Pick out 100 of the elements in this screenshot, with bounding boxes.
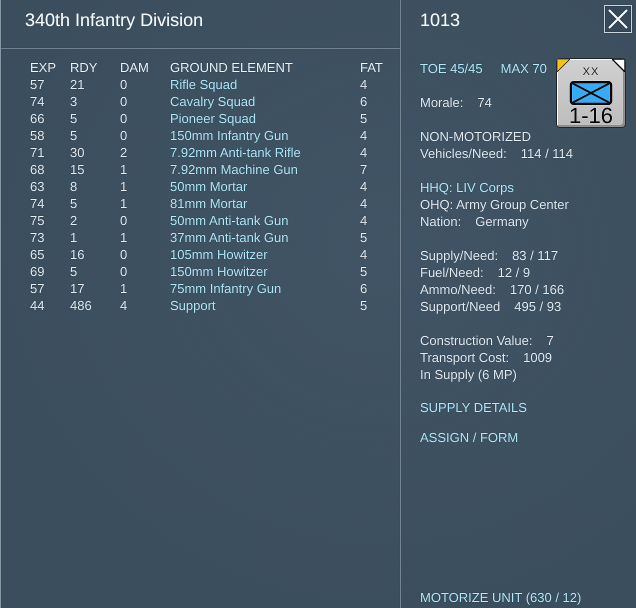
- ground-element-link[interactable]: 105mm Howitzer: [170, 246, 268, 263]
- corner-marker-icon: [557, 59, 570, 72]
- table-cell: 0: [120, 212, 128, 229]
- stat-label: Support/Need: [420, 298, 500, 315]
- table-cell: 71: [30, 144, 44, 161]
- table-cell: 1: [120, 161, 128, 178]
- table-cell: 0: [120, 263, 128, 280]
- ground-element-link[interactable]: 7.92mm Machine Gun: [170, 161, 298, 178]
- action-link[interactable]: SUPPLY DETAILS: [420, 399, 527, 416]
- ground-element-link[interactable]: Cavalry Squad: [170, 93, 256, 110]
- table-cell: 4: [360, 178, 368, 195]
- ground-element-link[interactable]: 75mm Infantry Gun: [170, 280, 282, 297]
- action-link[interactable]: ASSIGN / FORM: [420, 429, 518, 446]
- table-cell: 0: [120, 93, 128, 110]
- table-cell: 17: [70, 280, 84, 297]
- stat-value: Germany: [475, 213, 529, 230]
- table-cell: 1: [120, 195, 128, 212]
- stat-label: Morale:: [420, 94, 464, 111]
- table-cell: 4: [360, 127, 368, 144]
- column-header: RDY: [70, 59, 98, 76]
- table-cell: 6: [360, 280, 368, 297]
- stat-value: 114 / 114: [520, 145, 574, 162]
- table-cell: 66: [30, 110, 44, 127]
- column-header: EXP: [30, 59, 56, 76]
- table-cell: 5: [70, 263, 78, 280]
- table-cell: 0: [120, 127, 128, 144]
- table-cell: 486: [70, 297, 92, 314]
- table-cell: 65: [30, 246, 44, 263]
- table-cell: 1: [70, 229, 78, 246]
- table-cell: 68: [30, 161, 44, 178]
- unit-size-mark: XX: [582, 66, 600, 78]
- table-cell: 2: [120, 144, 128, 161]
- stat-value: 1009: [523, 349, 552, 366]
- table-cell: 63: [30, 178, 44, 195]
- ground-element-link[interactable]: 7.92mm Anti-tank Rifle: [170, 144, 301, 161]
- table-cell: 5: [360, 263, 368, 280]
- stat-label: Transport Cost:: [420, 349, 510, 366]
- ground-element-link[interactable]: 81mm Mortar: [170, 195, 248, 212]
- ground-element-link[interactable]: 37mm Anti-tank Gun: [170, 229, 288, 246]
- table-cell: 5: [360, 229, 368, 246]
- ground-element-link[interactable]: 50mm Mortar: [170, 178, 248, 195]
- table-cell: 1: [120, 280, 128, 297]
- column-header: GROUND ELEMENT: [170, 59, 293, 76]
- column-header: FAT: [360, 59, 383, 76]
- corner-marker-icon: [612, 59, 625, 72]
- combat-rating: 1-16: [568, 105, 614, 127]
- stat-label: Supply/Need:: [420, 247, 498, 264]
- table-cell: 4: [120, 297, 128, 314]
- table-cell: 4: [360, 212, 368, 229]
- table-cell: 4: [360, 246, 368, 263]
- stat-value: 7: [546, 332, 554, 349]
- stat-value: 83 / 117: [512, 247, 558, 264]
- table-cell: 74: [30, 93, 44, 110]
- info-text: OHQ: Army Group Center: [420, 196, 569, 213]
- info-text: NON-MOTORIZED: [420, 128, 531, 145]
- stat-label: Nation:: [420, 213, 462, 230]
- close-icon: [607, 8, 629, 30]
- stat-value: 170 / 166: [510, 281, 564, 298]
- stat-label: Vehicles/Need:: [420, 145, 507, 162]
- ground-element-link[interactable]: Support: [170, 297, 216, 314]
- unit-counter[interactable]: XX 1-16: [556, 58, 626, 128]
- table-cell: 16: [70, 246, 84, 263]
- table-cell: 4: [360, 144, 368, 161]
- table-cell: 6: [360, 93, 368, 110]
- infantry-symbol-icon: [568, 81, 614, 105]
- ground-element-link[interactable]: 150mm Howitzer: [170, 263, 268, 280]
- table-cell: 73: [30, 229, 44, 246]
- table-cell: 5: [70, 195, 78, 212]
- stat-label: Construction Value:: [420, 332, 532, 349]
- close-button[interactable]: [604, 5, 632, 33]
- table-cell: 1: [120, 229, 128, 246]
- stat-value: 12 / 9: [498, 264, 530, 281]
- stat-value: 74: [477, 94, 492, 111]
- max-text: MAX 70: [500, 60, 547, 77]
- table-cell: 69: [30, 263, 44, 280]
- ground-element-link[interactable]: Rifle Squad: [170, 76, 238, 93]
- table-cell: 58: [30, 127, 44, 144]
- table-cell: 21: [70, 76, 84, 93]
- toe-text: TOE 45/45: [420, 60, 483, 77]
- table-cell: 2: [70, 212, 78, 229]
- division-title: 340th Infantry Division: [25, 9, 204, 31]
- table-cell: 5: [70, 127, 78, 144]
- ground-element-link[interactable]: 50mm Anti-tank Gun: [170, 212, 288, 229]
- table-cell: 57: [30, 76, 44, 93]
- hq-link[interactable]: HHQ: LIV Corps: [420, 179, 514, 196]
- table-cell: 0: [120, 110, 128, 127]
- table-cell: 3: [70, 93, 78, 110]
- table-cell: 30: [70, 144, 84, 161]
- unit-number-title: 1013: [420, 9, 460, 31]
- table-cell: 5: [70, 110, 78, 127]
- table-cell: 74: [30, 195, 44, 212]
- table-cell: 75: [30, 212, 44, 229]
- table-cell: 4: [360, 195, 368, 212]
- ground-element-link[interactable]: 150mm Infantry Gun: [170, 127, 288, 144]
- motorize-unit-link[interactable]: MOTORIZE UNIT (630 / 12): [420, 589, 582, 606]
- table-cell: 0: [120, 76, 128, 93]
- table-cell: 15: [70, 161, 84, 178]
- stat-value: 495 / 93: [514, 298, 562, 315]
- table-cell: 8: [70, 178, 78, 195]
- ground-element-link[interactable]: Pioneer Squad: [170, 110, 256, 127]
